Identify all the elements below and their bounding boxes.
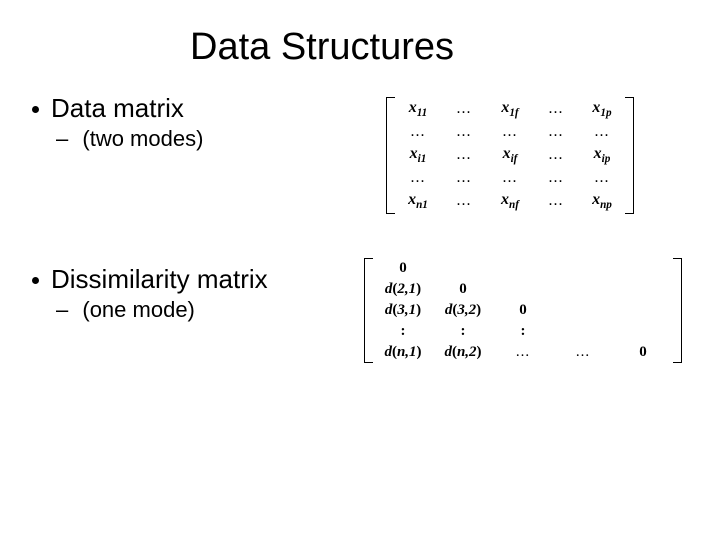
matrix-cell: d(2,1) xyxy=(373,279,433,300)
matrix-cell: ... xyxy=(487,121,533,143)
matrix-cell: xip xyxy=(579,143,625,167)
matrix-cell xyxy=(613,300,673,321)
matrix-cell xyxy=(553,258,613,279)
matrix-cell: ... xyxy=(493,342,553,363)
bullet-main-1: Data matrix xyxy=(28,93,203,124)
bullet-sub-1-text: (two modes) xyxy=(82,126,203,151)
matrix-cell xyxy=(493,258,553,279)
matrix-cell: ... xyxy=(533,167,579,189)
matrix-cell: 0 xyxy=(433,279,493,300)
matrix-cell: ... xyxy=(553,342,613,363)
dissimilarity-matrix: 0d(2,1)0d(3,1)d(3,2)0:::d(n,1)d(n,2)....… xyxy=(364,258,682,363)
matrix-cell xyxy=(553,279,613,300)
bullet-main-2: Dissimilarity matrix xyxy=(28,264,268,295)
matrix-cell: x1p xyxy=(579,97,625,121)
bullet-sub-1: – (two modes) xyxy=(56,126,203,152)
matrix-cell: d(n,1) xyxy=(373,342,433,363)
matrix-cell xyxy=(493,279,553,300)
matrix-cell: : xyxy=(373,321,433,342)
slide-title: Data Structures xyxy=(112,26,532,69)
dash-icon: – xyxy=(56,126,68,152)
matrix-cell xyxy=(613,321,673,342)
slide: Data Structures Data matrix – (two modes… xyxy=(0,0,720,540)
matrix-cell xyxy=(433,258,493,279)
section-dissimilarity: Dissimilarity matrix – (one mode) 0d(2,1… xyxy=(28,264,692,363)
matrix-cell xyxy=(553,300,613,321)
bracket-right-icon xyxy=(625,97,634,214)
matrix-cell xyxy=(613,258,673,279)
matrix-cell: ... xyxy=(533,143,579,167)
matrix-cell: xif xyxy=(487,143,533,167)
matrix-cell: ... xyxy=(441,189,487,213)
matrix-cell: ... xyxy=(533,189,579,213)
matrix-cell: 0 xyxy=(613,342,673,363)
data-matrix-table: x11...x1f...x1p...............xi1...xif.… xyxy=(395,97,625,214)
matrix-cell xyxy=(553,321,613,342)
matrix-cell: ... xyxy=(487,167,533,189)
matrix-cell: xnp xyxy=(579,189,625,213)
matrix-cell: 0 xyxy=(493,300,553,321)
matrix-cell: x1f xyxy=(487,97,533,121)
matrix-cell: ... xyxy=(395,167,441,189)
matrix-cell: ... xyxy=(533,97,579,121)
matrix-cell: 0 xyxy=(373,258,433,279)
matrix-cell: xi1 xyxy=(395,143,441,167)
bullet-sub-2-text: (one mode) xyxy=(82,297,195,322)
dissimilarity-matrix-table: 0d(2,1)0d(3,1)d(3,2)0:::d(n,1)d(n,2)....… xyxy=(373,258,673,363)
bullet-main-2-text: Dissimilarity matrix xyxy=(51,264,268,295)
bullets-2: Dissimilarity matrix – (one mode) xyxy=(28,264,268,323)
bullet-dot-icon xyxy=(32,277,39,284)
matrix-cell xyxy=(613,279,673,300)
bullet-dot-icon xyxy=(32,106,39,113)
bracket-left-icon xyxy=(364,258,373,363)
data-matrix: x11...x1f...x1p...............xi1...xif.… xyxy=(386,97,634,214)
matrix-cell: : xyxy=(433,321,493,342)
dash-icon: – xyxy=(56,297,68,323)
bullets-1: Data matrix – (two modes) xyxy=(28,93,203,152)
matrix-cell: ... xyxy=(441,121,487,143)
matrix-cell: x11 xyxy=(395,97,441,121)
bullet-main-1-text: Data matrix xyxy=(51,93,184,124)
matrix-cell: ... xyxy=(441,97,487,121)
matrix-cell: d(3,1) xyxy=(373,300,433,321)
matrix-cell: ... xyxy=(579,121,625,143)
matrix-cell: : xyxy=(493,321,553,342)
bracket-right-icon xyxy=(673,258,682,363)
matrix-cell: xnf xyxy=(487,189,533,213)
matrix-cell: ... xyxy=(395,121,441,143)
section-data-matrix: Data matrix – (two modes) x11...x1f...x1… xyxy=(28,93,692,214)
bullet-sub-2: – (one mode) xyxy=(56,297,268,323)
matrix-cell: xn1 xyxy=(395,189,441,213)
bracket-left-icon xyxy=(386,97,395,214)
matrix-cell: ... xyxy=(533,121,579,143)
matrix-cell: ... xyxy=(441,143,487,167)
matrix-cell: d(3,2) xyxy=(433,300,493,321)
matrix-cell: ... xyxy=(579,167,625,189)
matrix-cell: ... xyxy=(441,167,487,189)
matrix-cell: d(n,2) xyxy=(433,342,493,363)
